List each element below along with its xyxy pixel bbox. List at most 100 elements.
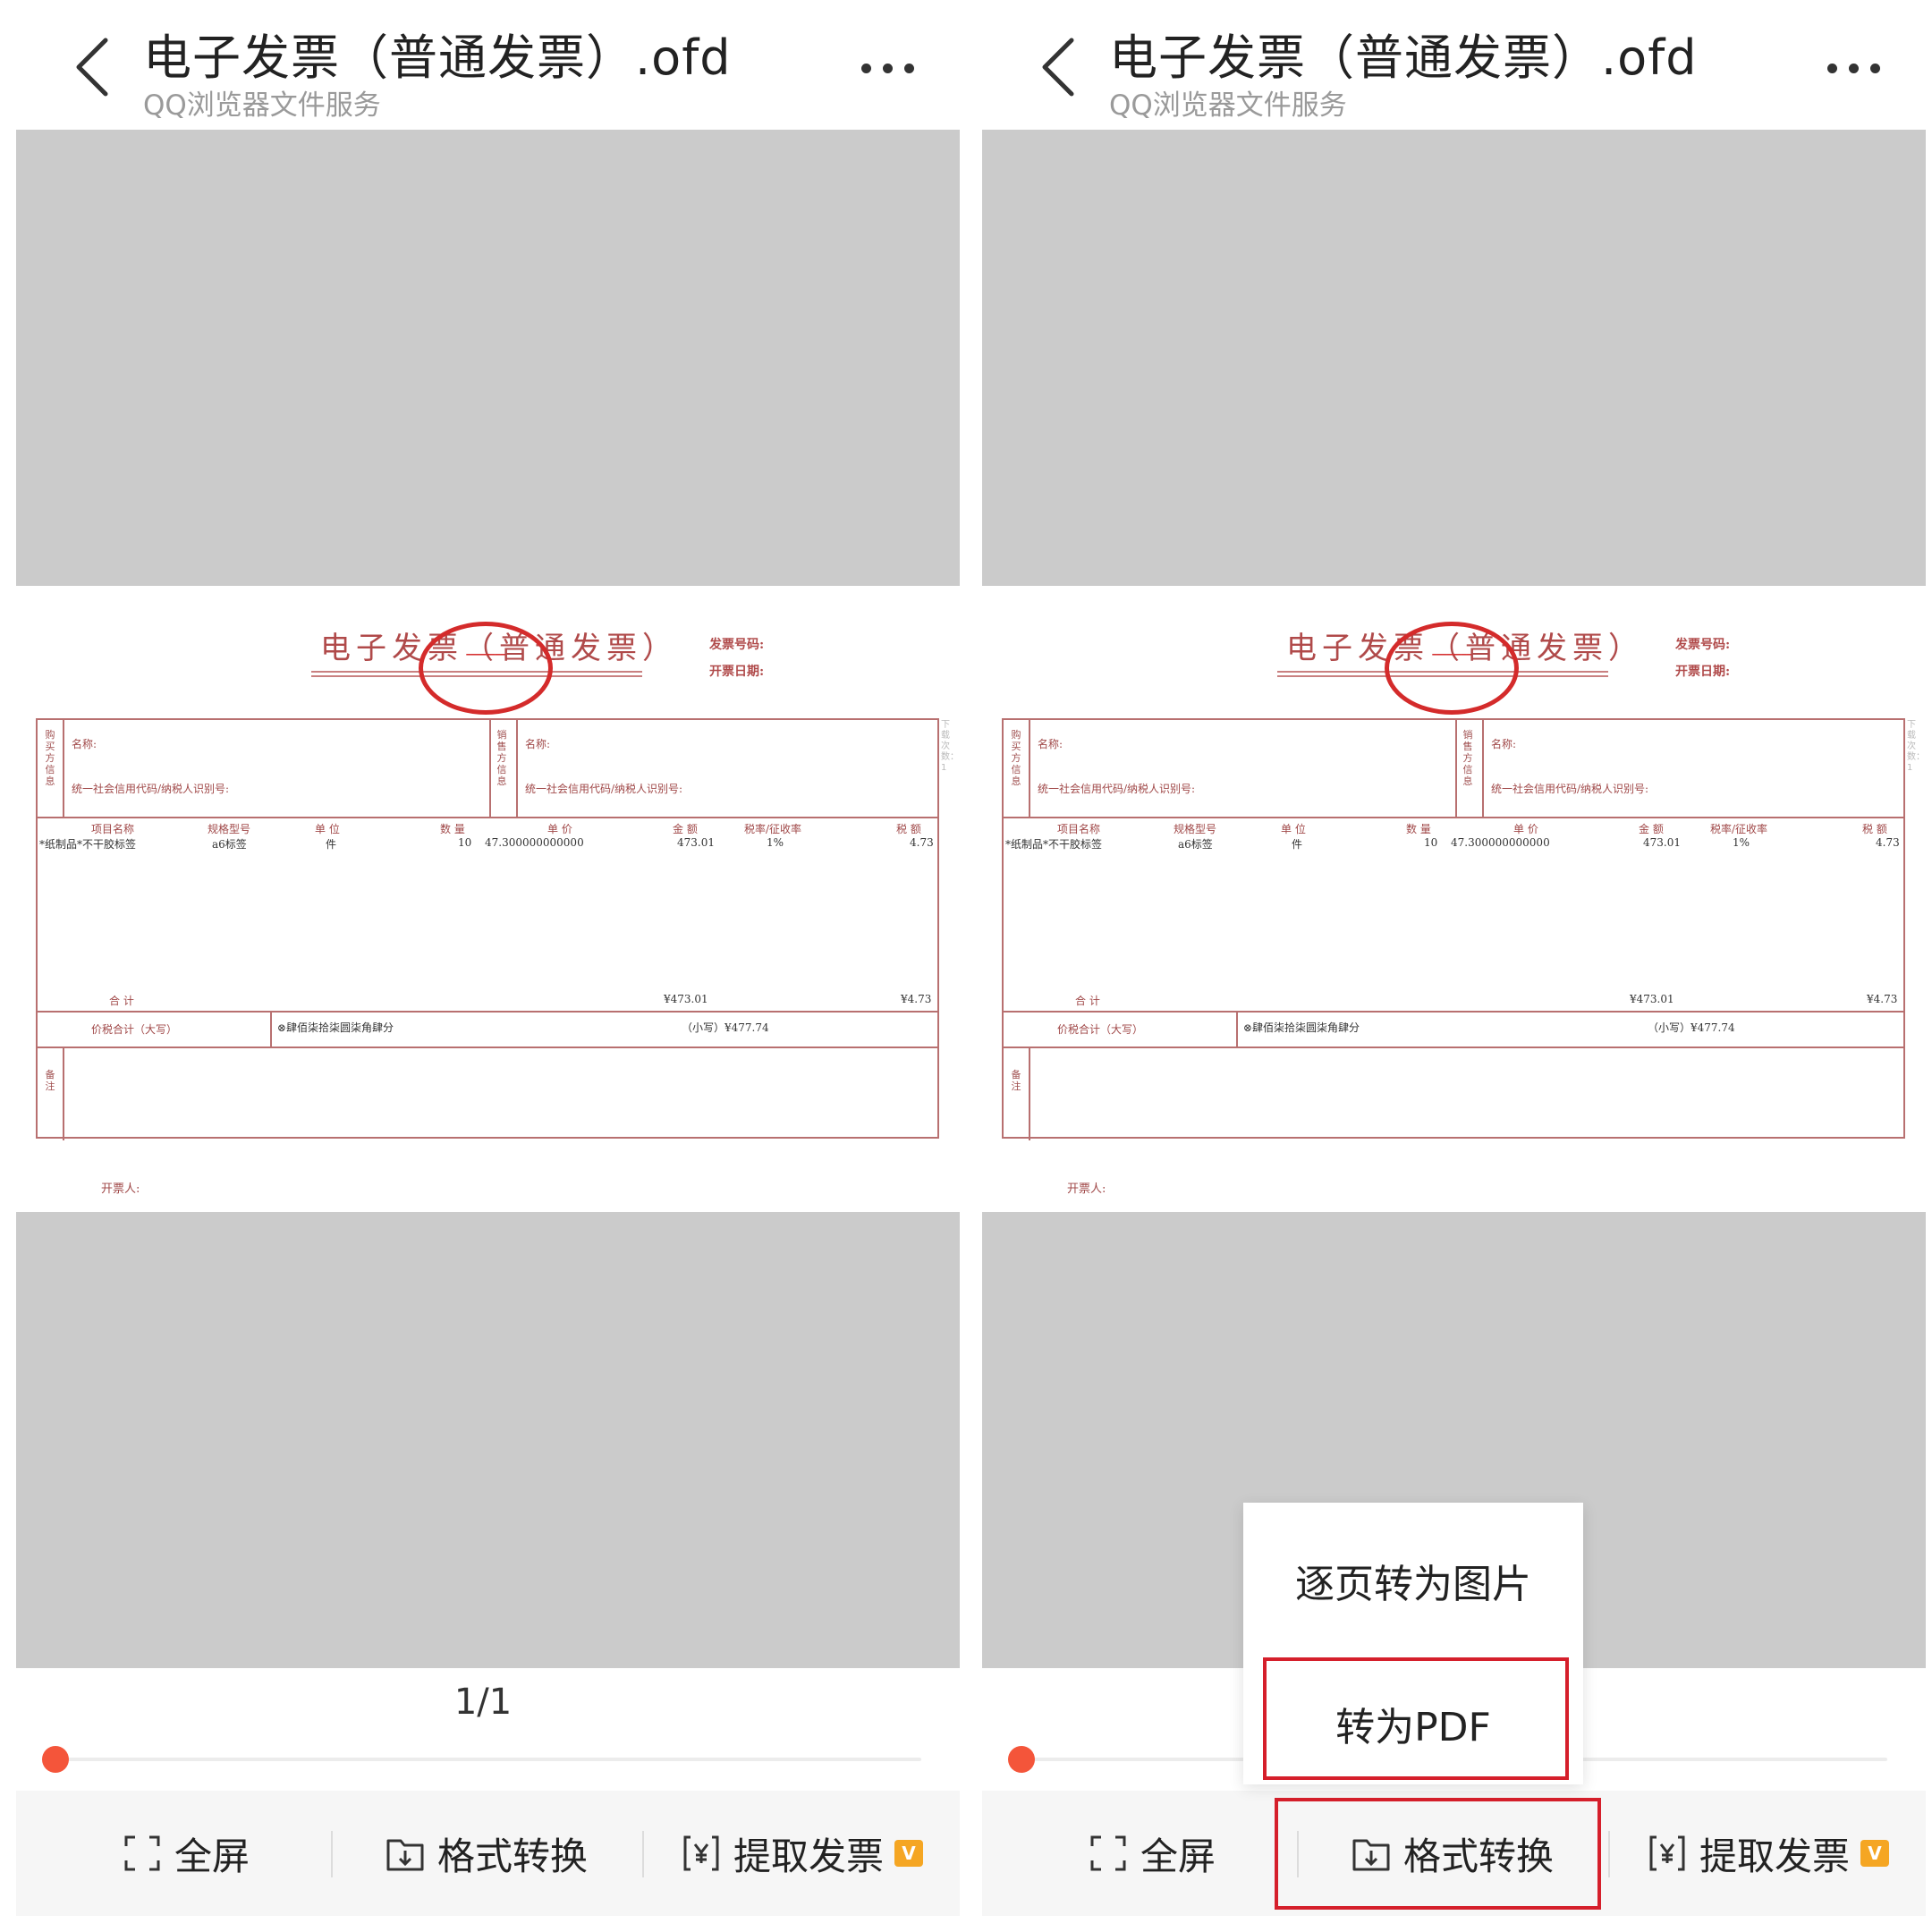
chevron-left-icon — [1042, 38, 1074, 97]
page-slider-thumb[interactable] — [1008, 1746, 1035, 1773]
total-amount: ¥473.01 — [1630, 993, 1674, 1005]
invoice-number-label: 发票号码: — [1675, 638, 1731, 652]
yuan-scan-icon — [683, 1835, 719, 1871]
row-tax-rate: 1% — [767, 836, 784, 849]
row-item-name: *纸制品*不干胶标签 — [39, 838, 137, 851]
seller-taxid-label: 统一社会信用代码/纳税人识别号: — [525, 783, 683, 795]
buyer-taxid-label: 统一社会信用代码/纳税人识别号: — [1038, 783, 1196, 795]
yuan-scan-icon — [1649, 1835, 1685, 1871]
seller-name-label: 名称: — [1491, 738, 1517, 750]
col-qty: 数 量 — [440, 823, 465, 835]
extract-invoice-button[interactable]: 提取发票 V — [1612, 1791, 1925, 1916]
row-qty: 10 — [458, 836, 472, 849]
row-amount: 473.01 — [1643, 836, 1681, 849]
extract-invoice-button[interactable]: 提取发票 V — [646, 1791, 959, 1916]
vip-badge-icon: V — [894, 1840, 923, 1867]
download-count-note: 下载次数：1 — [1907, 720, 1925, 773]
buyer-taxid-label: 统一社会信用代码/纳税人识别号: — [72, 783, 230, 795]
fullscreen-icon — [1090, 1835, 1126, 1871]
row-spec: a6标签 — [212, 838, 247, 851]
fullscreen-label: 全屏 — [1140, 1834, 1216, 1878]
row-tax: 4.73 — [910, 836, 934, 849]
toolbar-divider — [642, 1831, 644, 1877]
app-header: 电子发票（普通发票）.ofd QQ浏览器文件服务 — [966, 0, 1932, 130]
col-spec: 规格型号 — [1174, 823, 1217, 835]
col-tax: 税 额 — [1862, 823, 1887, 835]
row-spec: a6标签 — [1178, 838, 1213, 851]
remarks-label: 备注 — [1011, 1069, 1021, 1092]
grand-total-words: ⊗肆佰柒拾柒圆柒角肆分 — [277, 1021, 394, 1034]
more-dots-icon[interactable] — [854, 49, 926, 85]
invoice-table: 购买方信息 销售方信息 名称: 统一社会信用代码/纳税人识别号: 名称: 统一社… — [36, 718, 939, 1140]
file-title: 电子发票（普通发票）.ofd — [1109, 30, 1698, 86]
document-viewer[interactable]: 电子发票（普通发票） ━━━━━━━━ 发票号码: 开票日期: 购买方信息 销售… — [16, 130, 960, 1668]
row-price: 47.300000000000 — [485, 836, 584, 849]
more-dots-icon[interactable] — [1820, 49, 1892, 85]
document-viewer[interactable]: 电子发票（普通发票） ━━━━━━━━ 发票号码: 开票日期: 购买方信息 销售… — [982, 130, 1926, 1668]
back-button[interactable] — [63, 27, 125, 107]
row-unit: 件 — [326, 838, 337, 851]
invoice-number-label: 发票号码: — [709, 638, 765, 652]
fullscreen-icon — [124, 1835, 160, 1871]
toolbar-divider — [1608, 1831, 1610, 1877]
remarks-label: 备注 — [45, 1069, 55, 1092]
seller-label: 销售方信息 — [1462, 729, 1473, 787]
official-seal: ━━━━━━━━ — [1385, 622, 1519, 715]
page-slider-thumb[interactable] — [42, 1746, 69, 1773]
file-title: 电子发票（普通发票）.ofd — [143, 30, 732, 86]
row-qty: 10 — [1424, 836, 1438, 849]
fullscreen-label: 全屏 — [174, 1834, 250, 1878]
download-count-note: 下载次数：1 — [941, 720, 959, 773]
fullscreen-button[interactable]: 全屏 — [1009, 1791, 1295, 1916]
col-amount: 金 额 — [673, 823, 698, 835]
invoice-page: 电子发票（普通发票） ━━━━━━━━ 发票号码: 开票日期: 购买方信息 销售… — [16, 586, 960, 1212]
col-tax-rate: 税率/征收率 — [1710, 823, 1768, 835]
row-tax-rate: 1% — [1733, 836, 1750, 849]
total-label: 合 计 — [1075, 995, 1100, 1007]
col-spec: 规格型号 — [208, 823, 251, 835]
invoice-table: 购买方信息 销售方信息 名称: 统一社会信用代码/纳税人识别号: 名称: 统一社… — [1002, 718, 1905, 1140]
col-item-name: 项目名称 — [1057, 823, 1101, 835]
row-tax: 4.73 — [1876, 836, 1900, 849]
file-source: QQ浏览器文件服务 — [1109, 89, 1347, 122]
seller-taxid-label: 统一社会信用代码/纳税人识别号: — [1491, 783, 1649, 795]
buyer-name-label: 名称: — [1038, 738, 1063, 750]
seller-label: 销售方信息 — [496, 729, 507, 787]
row-price: 47.300000000000 — [1451, 836, 1550, 849]
grand-total-label: 价税合计（大写） — [91, 1023, 178, 1036]
buyer-label: 购买方信息 — [1011, 729, 1021, 787]
issue-date-label: 开票日期: — [1675, 665, 1731, 679]
extract-invoice-label: 提取发票 — [1699, 1834, 1850, 1878]
grand-total-small: （小写）¥477.74 — [682, 1021, 769, 1034]
col-amount: 金 额 — [1639, 823, 1664, 835]
row-amount: 473.01 — [677, 836, 715, 849]
col-tax-rate: 税率/征收率 — [744, 823, 802, 835]
row-unit: 件 — [1292, 838, 1303, 851]
bottom-toolbar: 全屏 格式转换 提取发票 V — [16, 1791, 960, 1916]
back-button[interactable] — [1029, 27, 1091, 107]
menu-item-convert-to-images[interactable]: 逐页转为图片 — [1243, 1552, 1583, 1609]
issuer-label: 开票人: — [101, 1182, 140, 1196]
left-screenshot: 电子发票（普通发票）.ofd QQ浏览器文件服务 电子发票（普通发票） ━━━━… — [0, 0, 966, 1932]
col-price: 单 价 — [547, 823, 572, 835]
convert-format-button[interactable]: 格式转换 — [335, 1791, 639, 1916]
buyer-name-label: 名称: — [72, 738, 97, 750]
seller-name-label: 名称: — [525, 738, 551, 750]
fullscreen-button[interactable]: 全屏 — [43, 1791, 329, 1916]
page-indicator: 1/1 — [453, 1682, 513, 1723]
total-amount: ¥473.01 — [664, 993, 708, 1005]
issue-date-label: 开票日期: — [709, 665, 765, 679]
grand-total-small: （小写）¥477.74 — [1648, 1021, 1735, 1034]
toolbar-divider — [331, 1831, 333, 1877]
col-item-name: 项目名称 — [91, 823, 135, 835]
official-seal: ━━━━━━━━ — [419, 622, 553, 715]
page-slider-track[interactable] — [55, 1758, 921, 1761]
grand-total-words: ⊗肆佰柒拾柒圆柒角肆分 — [1243, 1021, 1360, 1034]
grand-total-label: 价税合计（大写） — [1057, 1023, 1144, 1036]
total-tax: ¥4.73 — [1867, 993, 1898, 1005]
row-item-name: *纸制品*不干胶标签 — [1005, 838, 1103, 851]
app-header: 电子发票（普通发票）.ofd QQ浏览器文件服务 — [0, 0, 966, 130]
total-tax: ¥4.73 — [901, 993, 932, 1005]
col-price: 单 价 — [1513, 823, 1538, 835]
chevron-left-icon — [76, 38, 108, 97]
